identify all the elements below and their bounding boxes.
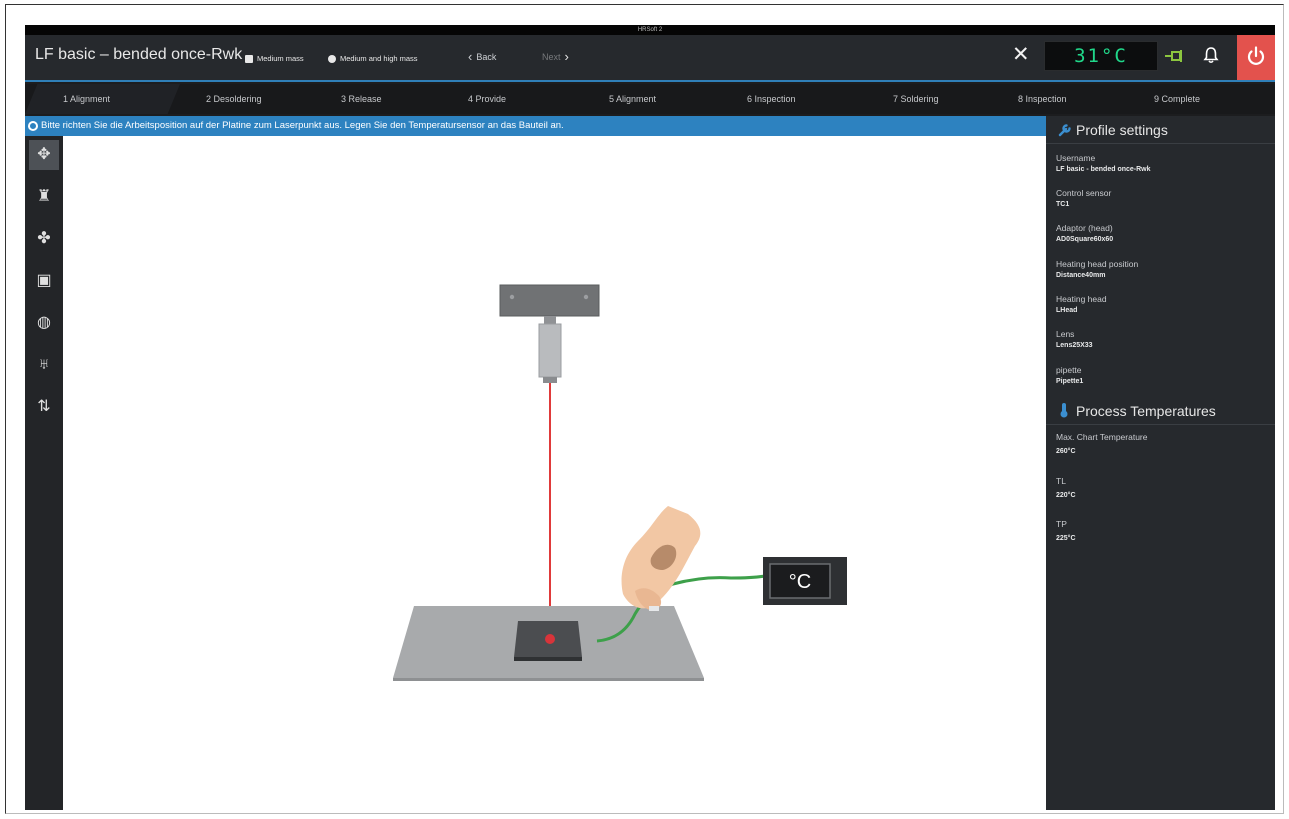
component-edge [514,657,582,661]
crosshair-icon[interactable]: ✥ [29,140,59,170]
next-button[interactable]: Next › [542,49,569,64]
laser-tip [543,377,557,383]
field-label: TP [1056,519,1067,529]
field-label: Lens [1056,329,1075,339]
field-value: 225°C [1056,535,1076,542]
field-tp: TP 225°C [1056,519,1266,545]
heater-icon[interactable]: ♜ [29,182,59,212]
bell-icon[interactable] [1202,46,1220,64]
field-heating-head: Heating head LHead [1056,294,1266,317]
step-provide[interactable]: 4 Provide [468,84,506,114]
field-label: Max. Chart Temperature [1056,432,1148,442]
field-label: Heating head position [1056,259,1139,269]
power-icon [1247,46,1265,65]
app-window: HRSoft 2 LF basic – bended once-Rwk Medi… [25,25,1275,810]
chevron-left-icon: ‹ [468,49,473,64]
chip-icon[interactable]: ◍ [29,308,59,338]
step-alignment[interactable]: 1 Alignment [63,84,110,114]
field-label: Control sensor [1056,188,1112,198]
field-label: TL [1056,476,1066,486]
mass-option-label: Medium mass [257,54,304,63]
alignment-illustration: °C [393,284,847,681]
process-temperatures-title: Process Temperatures [1076,403,1216,419]
field-pipette: pipette Pipette1 [1056,365,1266,388]
field-label: Heating head [1056,294,1107,304]
step-desoldering[interactable]: 2 Desoldering [206,84,262,114]
field-value: LF basic - bended once-Rwk [1056,166,1151,173]
field-heating-head-position: Heating head position Distance40mm [1056,259,1266,282]
sensor-probe [649,606,659,611]
mass-option-medium[interactable]: Medium mass [245,54,304,63]
wrench-icon [1058,124,1071,137]
mass-circle-icon [328,54,336,63]
image-icon[interactable]: ▣ [29,266,59,296]
step-alignment-2[interactable]: 5 Alignment [609,84,656,114]
field-lens: Lens Lens25X33 [1056,329,1266,352]
pcb-edge [393,678,704,681]
profile-settings-header: Profile settings [1046,118,1275,144]
laser-dot [545,634,555,644]
field-value: Lens25X33 [1056,342,1093,349]
profile-settings-title: Profile settings [1076,122,1168,138]
power-button[interactable] [1237,35,1275,80]
laser-barrel [538,323,562,378]
next-label: Next [542,52,561,62]
alignment-canvas: °C [63,136,1046,810]
field-max-chart-temperature: Max. Chart Temperature 260°C [1056,432,1266,458]
heating-head-mount [499,284,600,317]
field-value: 260°C [1056,448,1076,455]
swap-icon[interactable]: ⇅ [29,392,59,422]
chevron-right-icon: › [564,49,569,64]
field-username: Username LF basic - bended once-Rwk [1056,153,1266,176]
screenshot-frame: HRSoft 2 LF basic – bended once-Rwk Medi… [5,4,1284,814]
field-value: Distance40mm [1056,272,1106,279]
field-adaptor: Adaptor (head) AD0Square60x60 [1056,223,1266,246]
step-inspection[interactable]: 6 Inspection [747,84,796,114]
fan-icon[interactable]: ✤ [29,224,59,254]
close-icon[interactable]: ✕ [1012,43,1030,67]
field-value: Pipette1 [1056,378,1084,385]
step-release[interactable]: 3 Release [341,84,382,114]
head-neck [544,316,556,324]
thermometer-icon [1060,403,1068,418]
mount-screw [509,294,515,300]
profile-title: LF basic – bended once-Rwk [35,46,243,63]
back-button[interactable]: ‹ Back [468,49,497,64]
field-control-sensor: Control sensor TC1 [1056,188,1266,211]
temperature-display: 31°C [1044,41,1158,71]
tool-column: ✥ ♜ ✤ ▣ ◍ ♅ ⇅ [25,136,63,810]
mass-square-icon [245,54,253,63]
nozzle-icon[interactable]: ♅ [29,350,59,380]
back-label: Back [476,52,497,62]
step-complete[interactable]: 9 Complete [1154,84,1200,114]
instruction-banner: Bitte richten Sie die Arbeitsposition au… [25,116,1046,136]
info-icon [28,121,38,131]
process-steps-bar: 1 Alignment 2 Desoldering 3 Release 4 Pr… [25,84,1275,114]
top-toolbar: LF basic – bended once-Rwk Medium mass M… [25,35,1275,82]
step-inspection-2[interactable]: 8 Inspection [1018,84,1067,114]
field-label: pipette [1056,365,1082,375]
settings-panel: Profile settings Username LF basic - ben… [1046,116,1275,810]
step-soldering[interactable]: 7 Soldering [893,84,939,114]
field-value: 220°C [1056,492,1076,499]
mass-option-label: Medium and high mass [340,54,418,63]
field-label: Username [1056,153,1096,163]
mount-screw [583,294,589,300]
field-value: TC1 [1056,201,1070,208]
sensor-icon[interactable] [1165,50,1187,62]
field-tl: TL 220°C [1056,476,1266,502]
window-title-bar: HRSoft 2 [25,25,1275,35]
process-temperatures-header: Process Temperatures [1046,399,1275,425]
instruction-text: Bitte richten Sie die Arbeitsposition au… [41,120,564,131]
field-label: Adaptor (head) [1056,223,1113,233]
mass-option-medium-high[interactable]: Medium and high mass [328,54,418,63]
field-value: AD0Square60x60 [1056,236,1114,243]
sensor-display-readout: °C [789,571,811,593]
field-value: LHead [1056,307,1078,314]
